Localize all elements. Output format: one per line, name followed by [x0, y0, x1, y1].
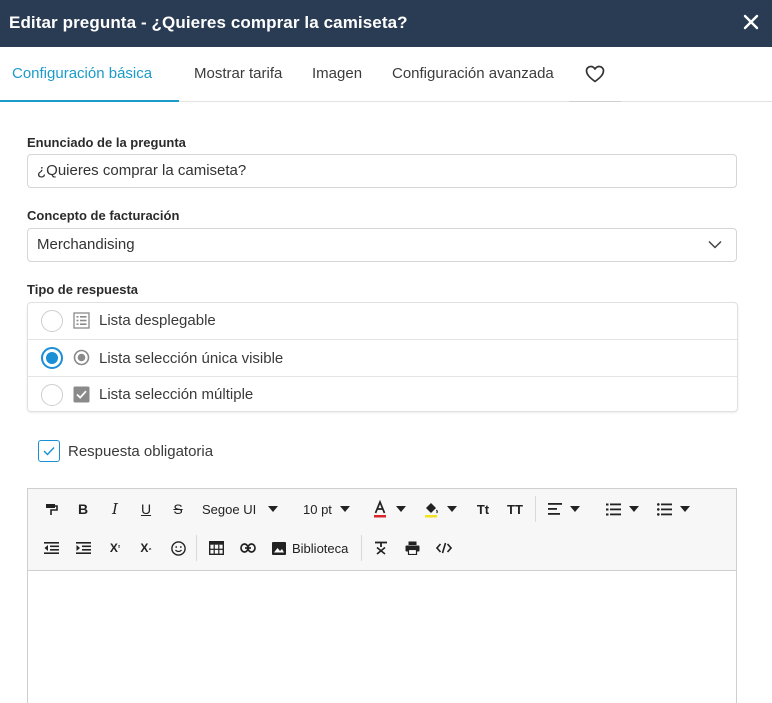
superscript-icon[interactable]: X² [104, 536, 126, 560]
lowercase-icon[interactable]: Tt [472, 497, 494, 521]
toolbar-divider [361, 535, 362, 561]
tab-mostrar-tarifa[interactable]: Mostrar tarifa [194, 47, 282, 102]
clear-format-icon[interactable] [370, 536, 392, 560]
editor-content-area[interactable] [28, 571, 736, 703]
indent-icon[interactable] [72, 536, 94, 560]
bullet-list-button[interactable] [657, 497, 697, 521]
font-size-select[interactable]: 10 pt [303, 497, 357, 521]
align-button[interactable] [548, 497, 588, 521]
billing-label: Concepto de facturación [27, 208, 180, 223]
response-option-label: Lista selección única visible [99, 350, 284, 367]
active-tab-indicator [0, 100, 179, 102]
subscript-icon[interactable]: X₂ [135, 536, 157, 560]
italic-button[interactable]: I [104, 497, 126, 521]
required-label[interactable]: Respuesta obligatoria [68, 443, 213, 460]
code-view-icon[interactable] [433, 536, 455, 560]
tab-favorite[interactable] [569, 47, 621, 102]
format-painter-icon[interactable] [40, 497, 62, 521]
tab-imagen[interactable]: Imagen [312, 47, 362, 102]
billing-select[interactable]: Merchandising [27, 228, 737, 262]
billing-select-value: Merchandising [37, 236, 135, 253]
dialog-header: Editar pregunta - ¿Quieres comprar la ca… [0, 0, 772, 47]
response-option-single[interactable]: Lista selección única visible [28, 339, 737, 376]
dialog-title: Editar pregunta - ¿Quieres comprar la ca… [9, 13, 408, 32]
close-icon[interactable] [742, 13, 760, 31]
bold-button[interactable]: B [72, 497, 94, 521]
tab-bar: Configuración básica Mostrar tarifa Imag… [0, 47, 772, 102]
print-icon[interactable] [401, 536, 423, 560]
font-family-value: Segoe UI [202, 501, 257, 517]
response-option-label: Lista desplegable [99, 312, 216, 329]
response-option-label: Lista selección múltiple [99, 386, 254, 403]
emoji-icon[interactable] [167, 536, 189, 560]
paint-bucket-icon [425, 503, 438, 518]
question-label: Enunciado de la pregunta [27, 135, 186, 150]
font-family-select[interactable]: Segoe UI [202, 497, 284, 521]
response-option-dropdown[interactable]: Lista desplegable [28, 303, 737, 339]
response-type-label: Tipo de respuesta [27, 282, 139, 297]
response-type-group: Lista desplegable Lista selección única … [27, 302, 738, 412]
highlight-color-button[interactable] [423, 497, 463, 521]
toolbar-divider [196, 535, 197, 561]
radio-button[interactable] [41, 384, 63, 406]
toolbar-divider [535, 496, 536, 522]
strikethrough-button[interactable]: S [167, 497, 189, 521]
bullet-list-icon [657, 502, 672, 516]
rich-text-editor: B I U S Segoe UI 10 pt Tt TT X ² X ₂ Bib… [27, 488, 737, 703]
tab-configuracion-basica[interactable]: Configuración básica [12, 47, 152, 102]
tab-configuracion-avanzada[interactable]: Configuración avanzada [392, 47, 554, 102]
checkbox-icon [73, 386, 90, 403]
required-checkbox[interactable] [38, 440, 60, 462]
library-label: Biblioteca [292, 540, 349, 556]
uppercase-icon[interactable]: TT [504, 497, 526, 521]
chevron-down-icon [708, 240, 722, 249]
heart-icon [585, 65, 605, 83]
radio-button-selected[interactable] [41, 347, 63, 369]
font-color-button[interactable] [372, 497, 412, 521]
question-input[interactable]: ¿Quieres comprar la camiseta? [27, 154, 737, 188]
outdent-icon[interactable] [40, 536, 62, 560]
font-size-value: 10 pt [303, 501, 332, 517]
image-icon [272, 541, 286, 555]
align-left-icon [548, 503, 562, 515]
response-option-multiple[interactable]: Lista selección múltiple [28, 376, 737, 412]
radio-button-icon [73, 349, 90, 366]
link-icon[interactable] [237, 536, 259, 560]
ordered-list-button[interactable] [606, 497, 646, 521]
font-color-icon [374, 500, 386, 518]
check-icon [43, 447, 55, 456]
library-button[interactable]: Biblioteca [272, 536, 354, 560]
list-icon [73, 312, 90, 329]
editor-toolbar: B I U S Segoe UI 10 pt Tt TT X ² X ₂ Bib… [28, 489, 736, 571]
ordered-list-icon [606, 503, 621, 515]
table-icon[interactable] [205, 536, 227, 560]
radio-button[interactable] [41, 310, 63, 332]
underline-button[interactable]: U [135, 497, 157, 521]
